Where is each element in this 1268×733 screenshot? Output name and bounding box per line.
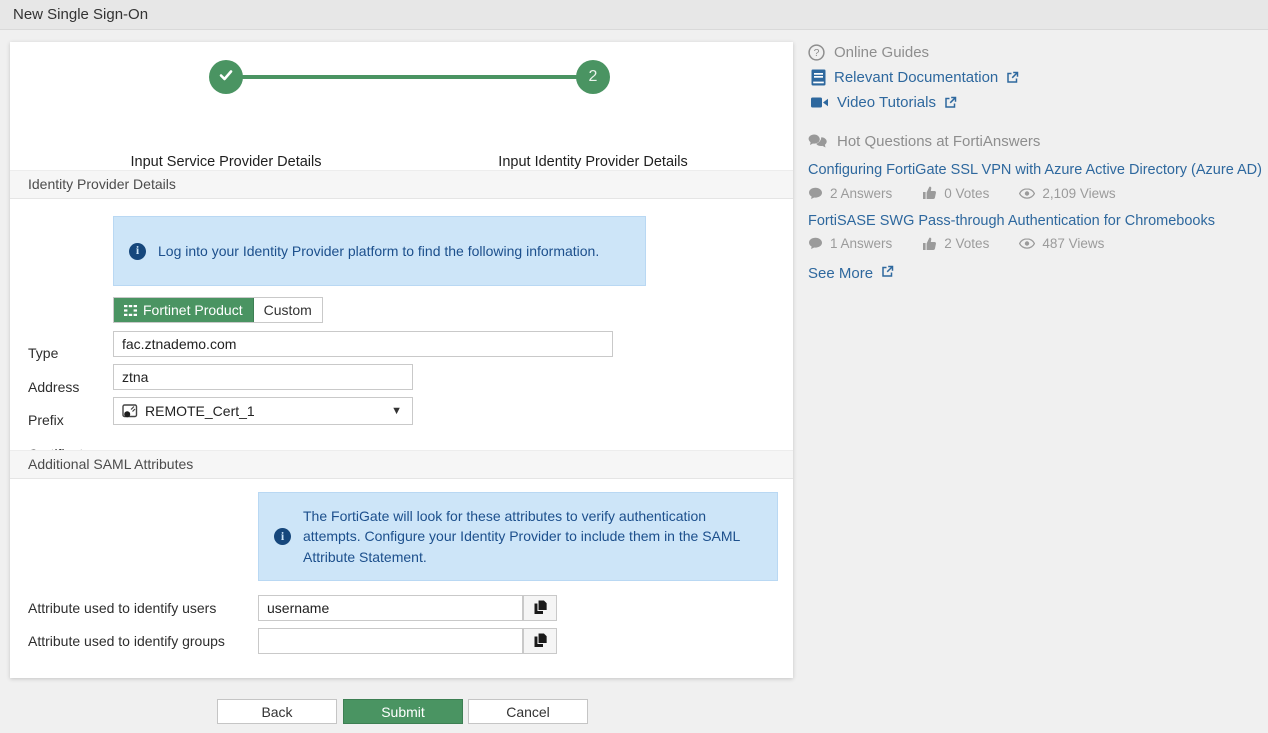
see-more-link[interactable]: See More [808, 265, 1264, 282]
external-link-icon [944, 96, 957, 109]
certificate-icon [122, 404, 138, 419]
question-stats: 1 Answers 2 Votes 487 Views [808, 236, 1264, 251]
online-guides-header: ? Online Guides [808, 44, 1264, 61]
thumbs-up-icon [922, 237, 937, 251]
answers-count: 2 Answers [830, 186, 892, 201]
views-count: 487 Views [1042, 236, 1104, 251]
type-option-custom[interactable]: Custom [254, 298, 322, 322]
user-attribute-input[interactable] [258, 595, 523, 621]
views-count: 2,109 Views [1042, 186, 1115, 201]
copy-group-attribute-button[interactable] [523, 628, 557, 654]
idp-info-text: Log into your Identity Provider platform… [158, 241, 613, 261]
relevant-documentation-label: Relevant Documentation [834, 69, 998, 86]
wizard-step1-complete [209, 60, 243, 94]
check-icon [217, 66, 235, 89]
question-link[interactable]: Configuring FortiGate SSL VPN with Azure… [808, 161, 1264, 181]
wizard-step1-label: Input Service Provider Details [46, 154, 406, 170]
page-header: New Single Sign-On [0, 0, 1268, 30]
type-option-fortinet-product[interactable]: Fortinet Product [114, 298, 254, 322]
cancel-button[interactable]: Cancel [468, 699, 588, 724]
sso-wizard-card: 2 Input Service Provider Details Input I… [10, 42, 793, 678]
video-camera-icon [811, 96, 829, 109]
external-link-icon [1006, 71, 1019, 84]
video-tutorials-label: Video Tutorials [837, 94, 936, 111]
eye-icon [1019, 238, 1035, 249]
info-icon: i [129, 243, 146, 260]
submit-button[interactable]: Submit [343, 699, 463, 724]
answers-count: 1 Answers [830, 236, 892, 251]
svg-text:?: ? [814, 47, 820, 59]
chat-bubbles-icon [808, 134, 828, 149]
prefix-input[interactable] [113, 364, 413, 390]
eye-icon [1019, 188, 1035, 199]
relevant-documentation-link[interactable]: Relevant Documentation [811, 69, 1264, 86]
chevron-down-icon: ▼ [391, 405, 402, 417]
question-stats: 2 Answers 0 Votes 2,109 Views [808, 186, 1264, 201]
prefix-label: Prefix [28, 412, 64, 428]
question-link[interactable]: FortiSASE SWG Pass-through Authenticatio… [808, 212, 1264, 232]
certificate-value: REMOTE_Cert_1 [145, 403, 391, 419]
saml-section-header: Additional SAML Attributes [10, 450, 793, 479]
comment-icon [808, 187, 823, 200]
external-link-icon [881, 265, 894, 282]
page-title: New Single Sign-On [0, 0, 1268, 29]
address-label: Address [28, 379, 79, 395]
address-input[interactable] [113, 331, 613, 357]
type-option-label: Custom [264, 302, 312, 318]
idp-section-header: Identity Provider Details [10, 170, 793, 199]
fortinet-logo-icon [124, 305, 137, 316]
back-button[interactable]: Back [217, 699, 337, 724]
thumbs-up-icon [922, 186, 937, 200]
hot-questions-header: Hot Questions at FortiAnswers [808, 133, 1264, 150]
comment-icon [808, 237, 823, 250]
group-attribute-input[interactable] [258, 628, 523, 654]
info-icon: i [274, 528, 291, 545]
saml-info-box: i The FortiGate will look for these attr… [258, 492, 778, 581]
idp-info-box: i Log into your Identity Provider platfo… [113, 216, 646, 286]
hot-questions-title: Hot Questions at FortiAnswers [837, 133, 1040, 150]
copy-icon [533, 599, 548, 618]
saml-info-text: The FortiGate will look for these attrib… [303, 506, 777, 567]
type-label: Type [28, 345, 58, 361]
group-attribute-label: Attribute used to identify groups [28, 633, 225, 649]
video-tutorials-link[interactable]: Video Tutorials [811, 94, 1264, 111]
book-icon [811, 69, 826, 86]
type-segmented-control: Fortinet Product Custom [113, 297, 323, 323]
online-guides-title: Online Guides [834, 44, 929, 61]
type-option-label: Fortinet Product [143, 302, 243, 318]
wizard-step2-number: 2 [589, 68, 598, 86]
copy-user-attribute-button[interactable] [523, 595, 557, 621]
votes-count: 0 Votes [944, 186, 989, 201]
certificate-select[interactable]: REMOTE_Cert_1 ▼ [113, 397, 413, 425]
wizard-step2-label: Input Identity Provider Details [413, 154, 773, 170]
see-more-label: See More [808, 265, 873, 282]
user-attribute-label: Attribute used to identify users [28, 600, 216, 616]
wizard-progress-line [226, 75, 593, 79]
votes-count: 2 Votes [944, 236, 989, 251]
wizard-step2-current: 2 [576, 60, 610, 94]
help-sidebar: ? Online Guides Relevant Documentation [808, 44, 1264, 282]
question-circle-icon: ? [808, 44, 825, 61]
copy-icon [533, 632, 548, 651]
